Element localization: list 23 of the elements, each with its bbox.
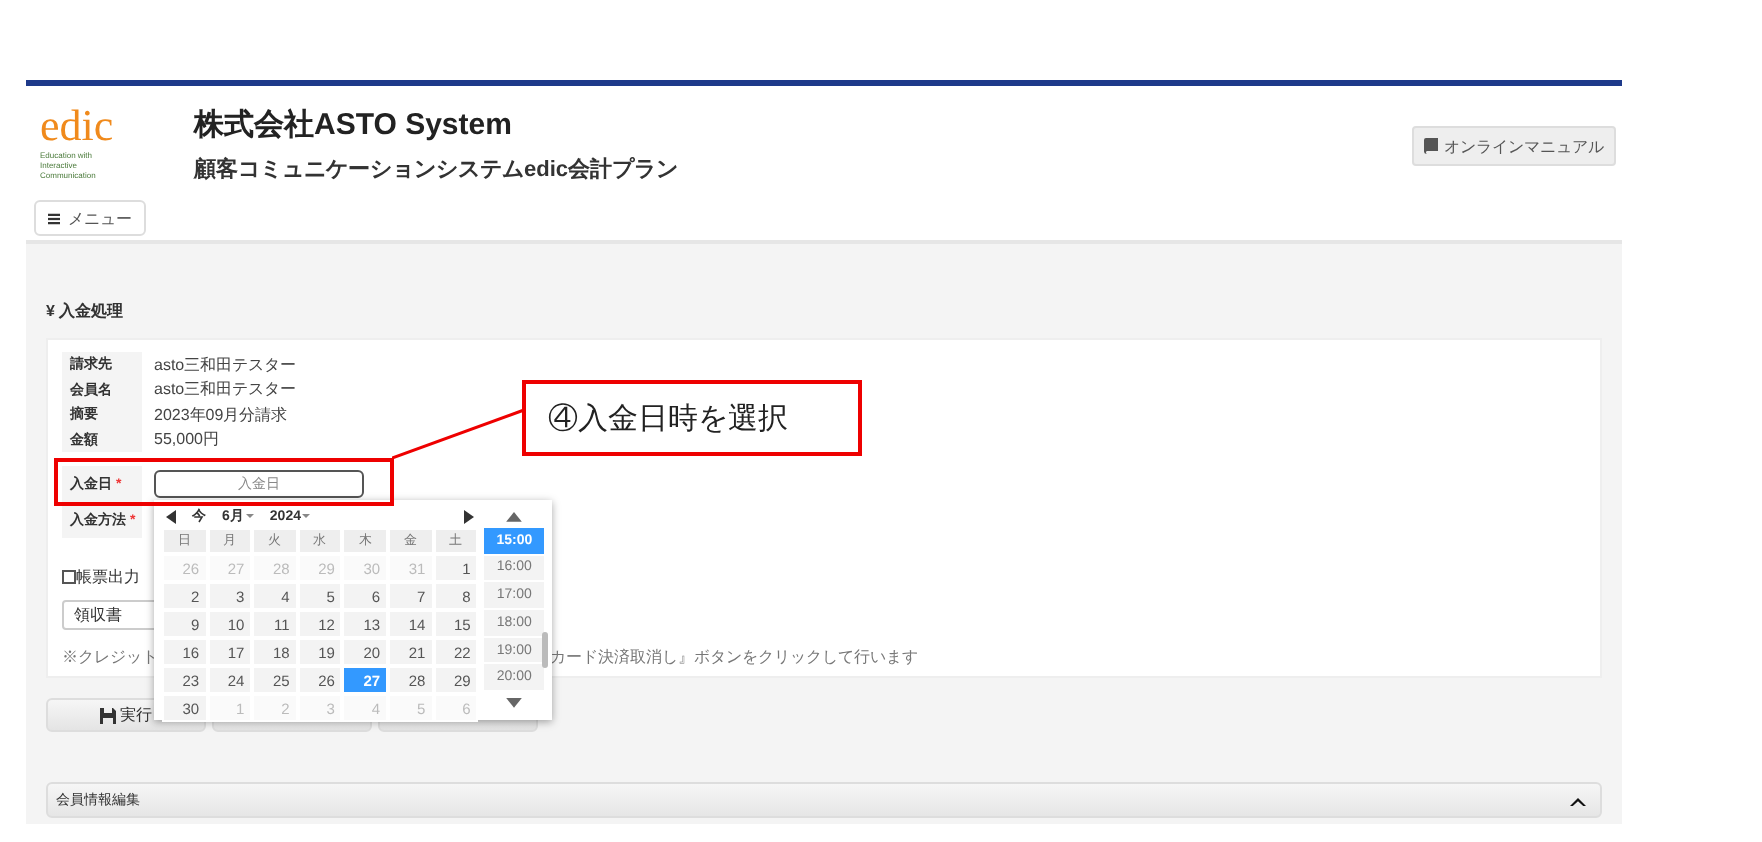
previous-arrow-icon[interactable] <box>166 509 176 523</box>
field-value: 2023年09月分請求 <box>152 403 288 426</box>
note-text: ※クレジット <box>62 646 154 668</box>
field-value: asto三和田テスター <box>152 353 297 376</box>
company-name: 株式会社ASTO System <box>194 106 514 144</box>
scrollbar-thumb[interactable] <box>542 632 548 668</box>
field-value: 55,000円 <box>152 428 219 451</box>
scroll-down-icon[interactable] <box>506 698 523 708</box>
menu-button[interactable]: メニュー <box>34 200 146 236</box>
section-title: ¥ 入金処理 <box>46 300 126 324</box>
menu-icon <box>48 211 60 225</box>
logo-wordmark: edic <box>40 106 116 146</box>
online-manual-button[interactable]: オンラインマニュアル <box>1412 126 1616 166</box>
save-icon <box>100 707 116 723</box>
checkbox[interactable] <box>62 569 76 583</box>
note-text: カード決済取消し』ボタンをクリックして行います <box>550 646 918 668</box>
system-name: 顧客コミュニケーションシステムedic会計プラン <box>194 155 679 184</box>
scroll-up-icon[interactable] <box>506 512 523 522</box>
next-arrow-icon[interactable] <box>464 509 475 523</box>
callout-box: ④入金日時を選択 <box>522 380 862 456</box>
leader-line <box>392 408 526 460</box>
field-value: asto三和田テスター <box>152 378 297 401</box>
checkbox-label: 帳票出力 <box>76 565 140 587</box>
